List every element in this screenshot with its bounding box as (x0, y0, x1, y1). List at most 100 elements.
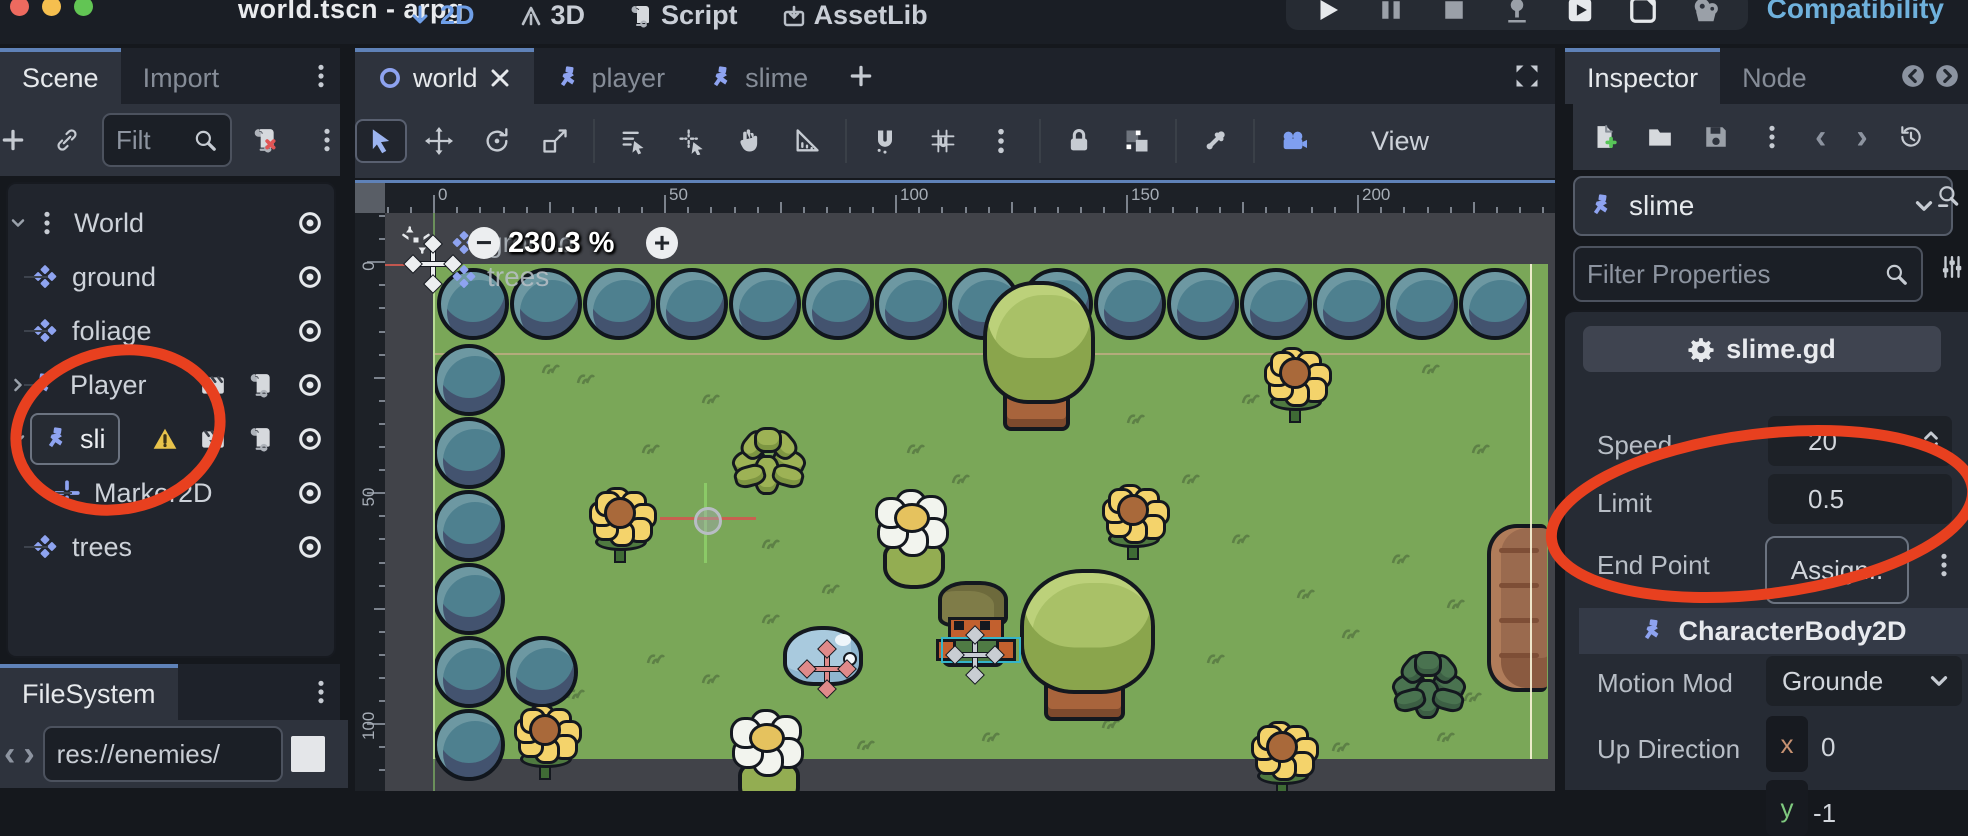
view-menu[interactable]: View (1371, 126, 1429, 157)
zoom-in-button[interactable]: + (646, 227, 678, 259)
fs-back-icon[interactable]: ‹ (4, 737, 15, 771)
instance-scene-button[interactable] (54, 127, 80, 153)
renderer-label[interactable]: Compatibility (1767, 0, 1944, 25)
magnet-icon[interactable] (871, 127, 899, 155)
fs-forward-icon[interactable]: › (23, 737, 34, 771)
assign-button[interactable]: Assign.. (1765, 536, 1909, 604)
prop-limit-field[interactable]: 0.5 (1768, 474, 1952, 524)
movie-writer-button[interactable] (1691, 0, 1721, 25)
tree-row-sli[interactable]: sli (8, 412, 334, 466)
clapper-down-icon[interactable] (200, 426, 226, 452)
zoom-level-label[interactable]: 230.3 % (508, 227, 614, 260)
tree-row-ground[interactable]: ground (8, 250, 334, 304)
play-button[interactable] (1313, 0, 1343, 25)
tab-scene[interactable]: Scene (0, 48, 121, 104)
load-resource-icon[interactable] (1647, 124, 1673, 150)
tree-caret-icon[interactable] (8, 213, 28, 233)
scene-tab-world[interactable]: world (355, 48, 534, 104)
select-mode-button[interactable] (355, 119, 407, 163)
eye-icon[interactable] (296, 209, 324, 237)
script-icon[interactable] (248, 426, 274, 452)
history-forward-icon[interactable]: › (1856, 120, 1867, 154)
tree-row-trees[interactable]: trees (8, 520, 334, 574)
save-resource-icon[interactable] (1703, 124, 1729, 150)
lock-icon[interactable] (1065, 127, 1093, 155)
play-scene-button[interactable] (1565, 0, 1595, 25)
script-icon[interactable] (248, 372, 274, 398)
new-scene-tab-button[interactable] (848, 63, 874, 89)
macos-minimize-button[interactable] (42, 0, 61, 16)
bone-icon[interactable] (1201, 127, 1229, 155)
marker2d-gizmo[interactable] (805, 647, 849, 691)
tab-inspector[interactable]: Inspector (1565, 48, 1720, 104)
scale-icon[interactable] (541, 127, 569, 155)
history-back-icon[interactable]: ‹ (1815, 120, 1826, 154)
x-axis-value[interactable]: 0 (1821, 732, 1835, 763)
workspace-script[interactable]: Script (629, 0, 738, 31)
workspace-assetlib[interactable]: AssetLib (782, 0, 928, 31)
scene-tab-slime[interactable]: slime (687, 48, 830, 104)
scene-tab-player[interactable]: player (534, 48, 688, 104)
scene-filter-input[interactable]: Filt (102, 113, 232, 167)
fs-path-field[interactable]: res://enemies/ (43, 726, 283, 782)
expand-viewport-icon[interactable] (1513, 62, 1541, 90)
inspector-tools-icon[interactable] (1939, 254, 1965, 280)
tab-node[interactable]: Node (1720, 48, 1829, 104)
camera-icon[interactable] (1279, 127, 1307, 155)
rename-node-input[interactable]: sli (30, 413, 120, 465)
spinner-icon[interactable] (1918, 428, 1944, 454)
prop-speed-field[interactable]: 20 (1768, 416, 1952, 466)
macos-close-button[interactable] (10, 0, 29, 16)
eye-icon[interactable] (296, 479, 324, 507)
endpoint-menu-icon[interactable] (1931, 552, 1957, 578)
tab-filesystem[interactable]: FileSystem (0, 664, 178, 720)
tree-row-player[interactable]: Player (8, 358, 334, 412)
filter-properties-input[interactable]: Filter Properties (1573, 246, 1923, 302)
dock-prev-icon[interactable] (1900, 63, 1926, 89)
filesystem-menu-icon[interactable] (308, 664, 340, 720)
dock-next-icon[interactable] (1934, 63, 1960, 89)
list-select-icon[interactable] (619, 127, 647, 155)
close-tab-icon[interactable] (488, 66, 512, 90)
add-node-button[interactable] (0, 127, 26, 153)
tree-caret-icon[interactable] (8, 429, 28, 449)
eye-icon[interactable] (296, 317, 324, 345)
eye-icon[interactable] (296, 263, 324, 291)
history-icon[interactable] (1898, 124, 1924, 150)
motion-mode-dropdown[interactable]: Grounde (1766, 656, 1962, 706)
canvas-2d[interactable]: groundtrees−230.3 %+ (385, 213, 1555, 791)
grid-magnet-icon[interactable] (929, 127, 957, 155)
transform-gizmo[interactable] (656, 483, 756, 563)
group-icon[interactable] (1123, 127, 1151, 155)
pan-icon[interactable] (735, 127, 763, 155)
y-axis-value[interactable]: -1 (1813, 798, 1836, 829)
resource-menu-icon[interactable] (1759, 124, 1785, 150)
script-section-header[interactable]: slime.gd (1583, 326, 1941, 372)
scene-dock-menu-icon[interactable] (308, 48, 340, 104)
pause-button[interactable] (1376, 0, 1406, 25)
scene-tree-menu-icon[interactable] (314, 127, 340, 153)
rotate-icon[interactable] (483, 127, 511, 155)
eye-icon[interactable] (296, 425, 324, 453)
open-docs-icon[interactable] (1935, 184, 1961, 210)
remote-debug-button[interactable] (1502, 0, 1532, 25)
tab-import[interactable]: Import (121, 48, 242, 104)
node-selector[interactable]: slime (1573, 176, 1953, 236)
tree-row-foliage[interactable]: foliage (8, 304, 334, 358)
tree-row-world[interactable]: World (8, 196, 334, 250)
eye-icon[interactable] (296, 533, 324, 561)
dots-v-icon[interactable] (987, 127, 1015, 155)
fs-file-thumbnail[interactable] (291, 736, 325, 772)
play-custom-button[interactable] (1628, 0, 1658, 25)
move-gizmo[interactable] (953, 633, 997, 677)
eye-icon[interactable] (296, 371, 324, 399)
zoom-out-button[interactable]: − (468, 227, 500, 259)
workspace-3d[interactable]: 3D (519, 0, 586, 31)
tree-row-marker2d[interactable]: Marker2D (8, 466, 334, 520)
detach-script-button[interactable] (252, 127, 278, 153)
move-icon[interactable] (425, 127, 453, 155)
workspace-2d[interactable]: 2D (408, 0, 475, 31)
pivot-icon[interactable] (677, 127, 705, 155)
clapper-icon[interactable] (200, 372, 226, 398)
macos-zoom-button[interactable] (74, 0, 93, 16)
